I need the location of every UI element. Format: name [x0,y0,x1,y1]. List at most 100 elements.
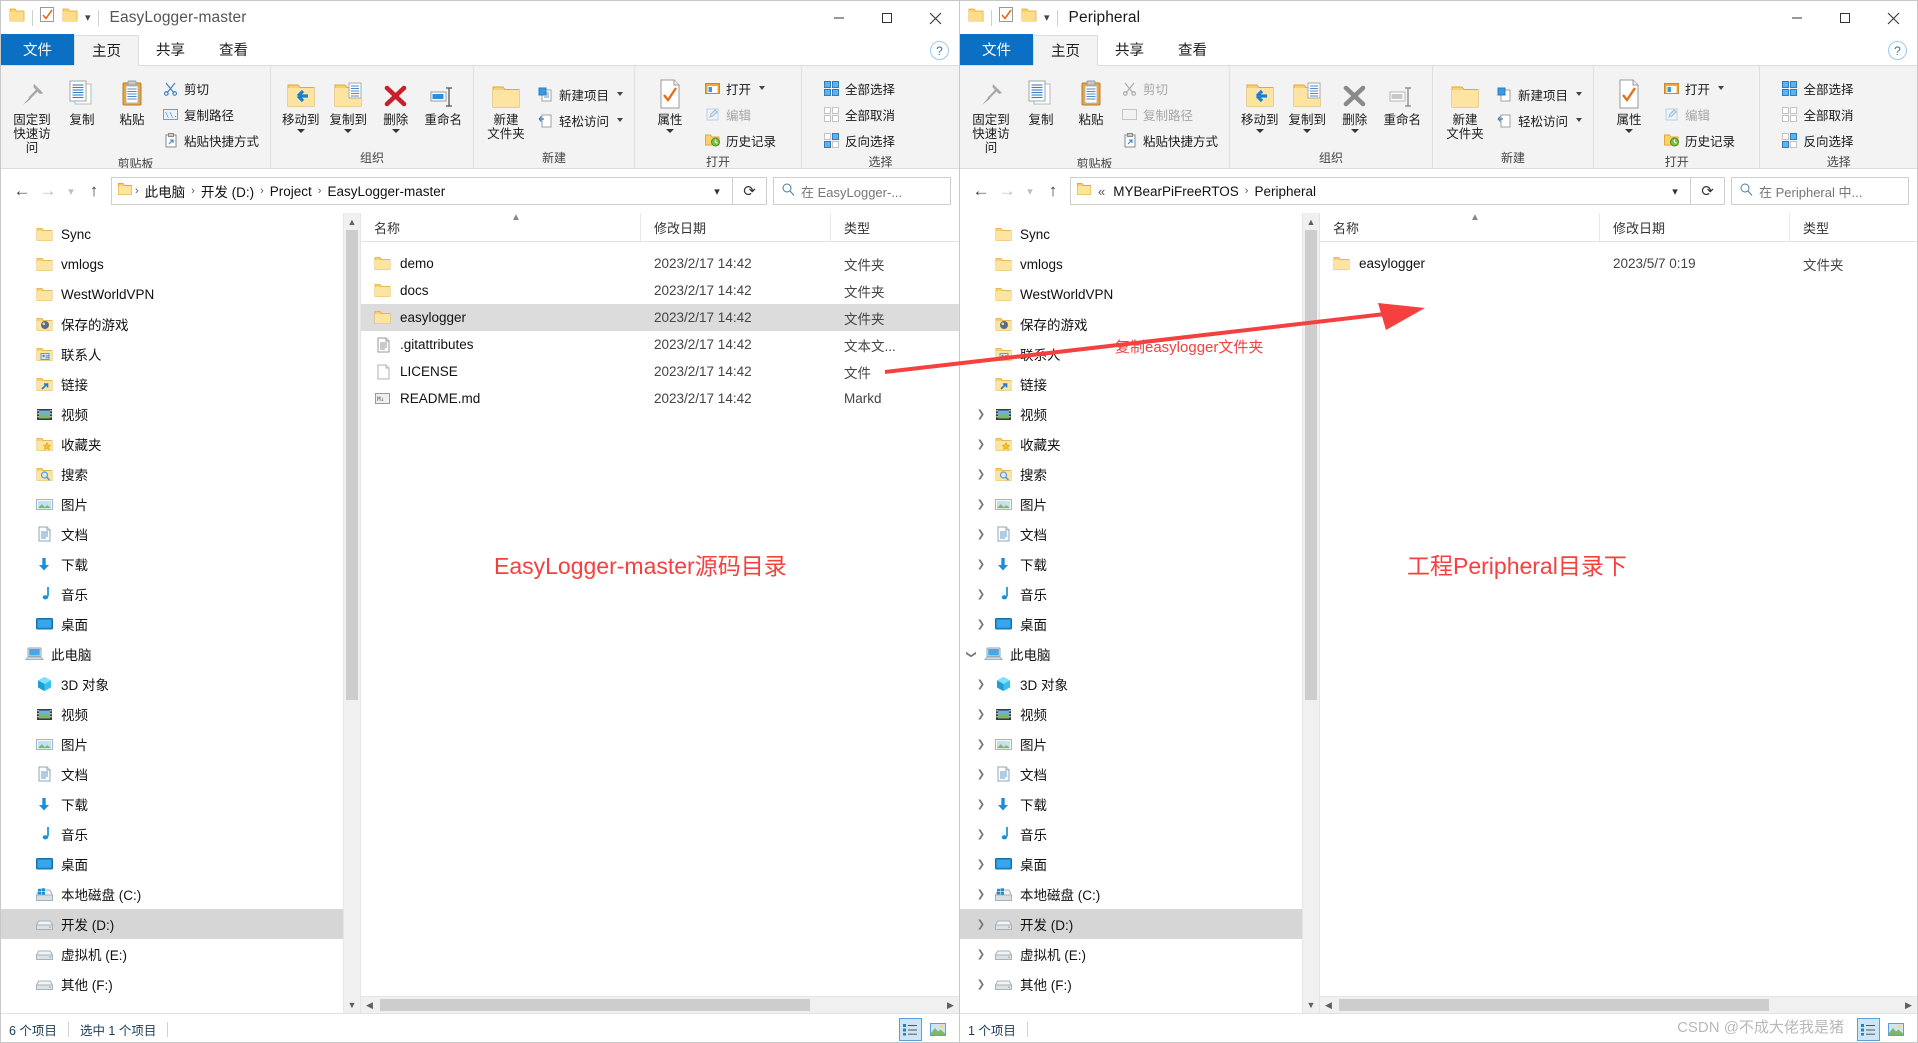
file-row[interactable]: M↓ README.md 2023/2/17 14:42 Markd [361,385,959,412]
scroll-right-icon[interactable]: ▶ [1900,1000,1917,1011]
nav-item[interactable]: ❯ 其他 (F:) [960,969,1302,999]
file-row[interactable]: demo 2023/2/17 14:42 文件夹 [361,250,959,277]
nav-item[interactable]: 下载 [1,789,343,819]
nav-item[interactable]: 保存的游戏 [960,309,1302,339]
easy-access-caret-icon[interactable] [1576,118,1582,122]
nav-item[interactable]: 联系人 [1,339,343,369]
scrollbar-thumb[interactable] [1305,230,1317,700]
scroll-up-icon[interactable]: ▲ [344,213,360,230]
scrollbar-thumb[interactable] [346,230,358,700]
file-row[interactable]: LICENSE 2023/2/17 14:42 文件 [361,358,959,385]
file-list-2[interactable]: easylogger 2023/5/7 0:19 文件夹 [1320,242,1917,277]
nav-item[interactable]: ❯ 搜索 [960,459,1302,489]
column-header-type[interactable]: 类型 [831,213,951,242]
copy-to-button[interactable]: 复制到 [1284,73,1332,133]
nav-item[interactable]: ❯ 音乐 [960,819,1302,849]
breadcrumb-overflow-icon[interactable]: « [1093,184,1106,199]
refresh-button[interactable]: ⟳ [1691,177,1725,205]
delete-caret-icon[interactable] [391,129,400,133]
nav-item[interactable]: 链接 [1,369,343,399]
nav-item[interactable]: WestWorldVPN [960,279,1302,309]
history-button[interactable]: 历史记录 [699,127,781,153]
up-button[interactable]: ↑ [81,177,107,205]
file-row[interactable]: .gitattributes 2023/2/17 14:42 文本文... [361,331,959,358]
nav-item[interactable]: Sync [960,219,1302,249]
chevron-right-icon[interactable]: ❯ [970,619,992,630]
nav-item[interactable]: ❯ 收藏夹 [960,429,1302,459]
nav-item[interactable]: 下载 [1,549,343,579]
edit-button[interactable]: 编辑 [699,101,781,127]
qat-dropdown-icon[interactable]: ▾ [1044,11,1050,24]
tab-file[interactable]: 文件 [1,34,74,65]
tab-file[interactable]: 文件 [960,34,1033,65]
nav-item[interactable]: 文档 [1,759,343,789]
search-box-2[interactable]: 在 Peripheral 中... [1731,177,1909,205]
column-header-type[interactable]: 类型 [1790,213,1910,242]
close-button[interactable] [1869,1,1917,35]
recent-locations-icon[interactable]: ▾ [1020,177,1040,205]
nav-item[interactable]: 搜索 [1,459,343,489]
chevron-right-icon[interactable]: ❯ [970,949,992,960]
forward-button[interactable]: → [994,177,1020,205]
column-header-name[interactable]: 名称 [361,212,641,242]
invert-selection-button[interactable]: 反向选择 [1776,127,1858,153]
chevron-right-icon[interactable]: ❯ [970,469,992,480]
nav-item[interactable]: 桌面 [1,609,343,639]
move-to-button[interactable]: 移动到 [277,73,325,133]
nav-item[interactable]: ❯ 虚拟机 (E:) [960,939,1302,969]
copy-to-button[interactable]: 复制到 [325,73,373,133]
hscrollbar-thumb[interactable] [380,999,810,1011]
copy-button[interactable]: 复制 [1016,73,1066,127]
chevron-right-icon[interactable]: ❯ [970,709,992,720]
list-horizontal-scrollbar[interactable]: ◀ ▶ [361,996,959,1013]
paste-button[interactable]: 粘贴 [107,73,157,127]
tab-home[interactable]: 主页 [1033,35,1098,66]
address-dropdown-icon[interactable]: ▾ [1664,185,1686,198]
nav-item[interactable]: ❯ 本地磁盘 (C:) [960,879,1302,909]
properties-button[interactable]: 属性 [641,73,699,133]
back-button[interactable]: ← [9,177,35,205]
nav-item[interactable]: ❯ 文档 [960,519,1302,549]
rename-button[interactable]: 重命名 [1379,73,1427,127]
nav-item[interactable]: ❯ 音乐 [960,579,1302,609]
nav-item[interactable]: ❯ 文档 [960,759,1302,789]
chevron-right-icon[interactable]: ❯ [970,979,992,990]
copy-to-caret-icon[interactable] [344,129,353,133]
new-folder-qat-icon[interactable] [1021,8,1037,27]
nav-item[interactable]: ❯ 3D 对象 [960,669,1302,699]
nav-item[interactable]: ❯ 此电脑 [960,639,1302,669]
minimize-button[interactable] [815,1,863,35]
new-item-caret-icon[interactable] [1576,92,1582,96]
edit-button[interactable]: 编辑 [1658,101,1740,127]
nav-item[interactable]: ❯ 桌面 [960,849,1302,879]
chevron-right-icon[interactable]: ❯ [970,889,992,900]
select-all-button[interactable]: 全部选择 [1776,75,1858,101]
delete-caret-icon[interactable] [1350,129,1359,133]
help-icon[interactable]: ? [1888,41,1907,60]
chevron-right-icon[interactable]: ❯ [970,829,992,840]
breadcrumb-item-2[interactable]: Project [265,184,317,199]
properties-check-icon[interactable] [40,7,55,28]
delete-button[interactable]: 删除 [1331,73,1379,133]
move-to-caret-icon[interactable] [1255,129,1264,133]
tab-share[interactable]: 共享 [1098,34,1161,65]
folder-icon[interactable] [968,8,984,27]
nav-item[interactable]: ❯ 图片 [960,729,1302,759]
open-caret-icon[interactable] [1718,86,1725,90]
nav-item[interactable]: ❯ 下载 [960,789,1302,819]
select-none-button[interactable]: 全部取消 [1776,101,1858,127]
details-view-button[interactable] [899,1017,922,1041]
tab-home[interactable]: 主页 [74,35,139,66]
new-item-button[interactable]: 新建项目 [1491,81,1587,107]
large-icons-view-button[interactable] [1884,1018,1907,1041]
nav-item[interactable]: ❯ 开发 (D:) [960,909,1302,939]
paste-shortcut-button[interactable]: 粘贴快捷方式 [1116,127,1223,153]
paste-shortcut-button[interactable]: 粘贴快捷方式 [157,127,264,153]
easy-access-caret-icon[interactable] [617,118,623,122]
breadcrumb-item-0[interactable]: MYBearPiFreeRTOS [1108,184,1244,199]
nav-item[interactable]: 图片 [1,489,343,519]
nav-item[interactable]: 图片 [1,729,343,759]
address-box-2[interactable]: « MYBearPiFreeRTOS › Peripheral ▾ [1070,177,1691,205]
list-horizontal-scrollbar-2[interactable]: ◀ ▶ [1320,996,1917,1013]
nav-item[interactable]: 视频 [1,399,343,429]
